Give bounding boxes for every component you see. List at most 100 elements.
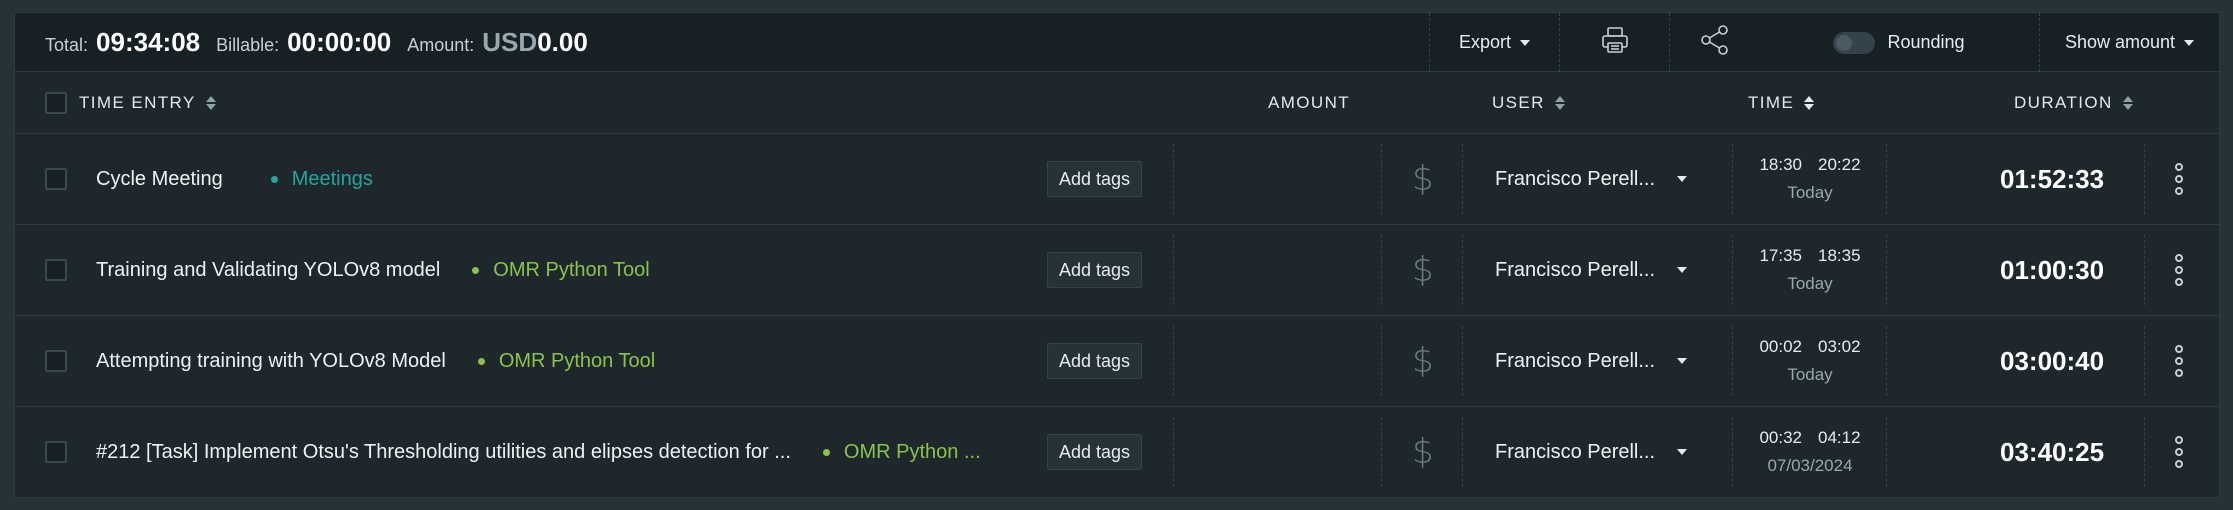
divider (1462, 326, 1463, 396)
duration-cell[interactable]: 03:00:40 (2000, 316, 2104, 406)
show-amount-label: Show amount (2064, 32, 2176, 52)
time-cell[interactable]: 18:30 20:22 Today (1750, 134, 1870, 224)
entry-date: Today (1787, 183, 1833, 202)
divider (1381, 144, 1382, 214)
description-cell[interactable]: Training and Validating YOLOv8 model OMR… (96, 225, 650, 315)
table-row: #212 [Task] Implement Otsu's Thresholdin… (15, 407, 2219, 498)
total-value: 09:34:08 (96, 26, 201, 57)
row-checkbox-cell (45, 316, 67, 406)
more-options-icon[interactable] (2175, 434, 2183, 470)
row-checkbox[interactable] (45, 168, 67, 190)
more-cell (2175, 316, 2183, 406)
tags-cell: Add tags (1047, 134, 1143, 224)
column-duration[interactable]: DURATION (2014, 72, 2133, 134)
start-time: 00:32 (1759, 428, 1802, 447)
billable-dollar-icon[interactable]: $ (1412, 159, 1434, 199)
user-name: Francisco Perell... (1495, 258, 1656, 281)
add-tags-button[interactable]: Add tags (1047, 161, 1143, 197)
billable-summary: Billable: 00:00:00 (216, 27, 391, 58)
column-amount-label: AMOUNT (1268, 93, 1351, 112)
user-name: Francisco Perell... (1495, 349, 1656, 372)
rounding-label: Rounding (1887, 32, 1965, 52)
share-button[interactable] (1669, 13, 1759, 72)
more-options-icon[interactable] (2175, 161, 2183, 197)
row-checkbox[interactable] (45, 259, 67, 281)
chevron-down-icon (1677, 358, 1688, 364)
export-dropdown[interactable]: Export (1429, 13, 1559, 72)
divider (1886, 235, 1887, 305)
export-label: Export (1458, 32, 1512, 52)
billable-value: 00:00:00 (287, 26, 392, 57)
time-cell[interactable]: 17:35 18:35 Today (1750, 225, 1870, 315)
entry-description[interactable]: Cycle Meeting (96, 168, 223, 191)
column-time-entry[interactable]: TIME ENTRY (79, 72, 216, 134)
print-button[interactable] (1559, 13, 1669, 72)
duration-cell[interactable]: 03:40:25 (2000, 407, 2104, 497)
billable-dollar-icon[interactable]: $ (1412, 250, 1434, 290)
user-cell[interactable]: Francisco Perell... (1495, 316, 1688, 406)
row-checkbox[interactable] (45, 441, 67, 463)
description-cell[interactable]: Attempting training with YOLOv8 Model OM… (96, 316, 655, 406)
duration-cell[interactable]: 01:00:30 (2000, 225, 2104, 315)
user-cell[interactable]: Francisco Perell... (1495, 407, 1688, 497)
add-tags-button[interactable]: Add tags (1047, 252, 1143, 288)
add-tags-button[interactable]: Add tags (1047, 434, 1143, 470)
chevron-down-icon (1520, 39, 1531, 46)
divider (1462, 417, 1463, 487)
table-row: Attempting training with YOLOv8 Model OM… (15, 316, 2219, 407)
divider (1732, 326, 1733, 396)
time-cell[interactable]: 00:02 03:02 Today (1750, 316, 1870, 406)
project-name: OMR Python Tool (498, 349, 656, 372)
end-time: 20:22 (1818, 155, 1861, 174)
entry-duration[interactable]: 03:40:25 (2000, 437, 2104, 468)
entry-project[interactable]: OMR Python ... (822, 441, 981, 464)
description-cell[interactable]: Cycle Meeting Meetings (96, 134, 373, 224)
divider (1381, 326, 1382, 396)
tags-cell: Add tags (1047, 316, 1143, 406)
billable-dollar-icon[interactable]: $ (1412, 432, 1434, 472)
billable-dollar-icon[interactable]: $ (1412, 341, 1434, 381)
divider (1381, 235, 1382, 305)
entry-description[interactable]: Attempting training with YOLOv8 Model (96, 350, 446, 373)
entry-description[interactable]: Training and Validating YOLOv8 model (96, 259, 440, 282)
entry-description[interactable]: #212 [Task] Implement Otsu's Thresholdin… (96, 441, 791, 464)
column-user[interactable]: USER (1492, 72, 1565, 134)
end-time: 18:35 (1818, 246, 1861, 265)
toolbar: Export Rounding Show amount (1429, 13, 2219, 72)
entry-duration[interactable]: 01:00:30 (2000, 255, 2104, 286)
project-color-dot (472, 266, 480, 274)
table-header: TIME ENTRY AMOUNT USER TIME DURATION (15, 72, 2219, 134)
more-cell (2175, 407, 2183, 497)
time-cell[interactable]: 00:32 04:12 07/03/2024 (1750, 407, 1870, 497)
amount-label: Amount: (407, 34, 475, 55)
row-checkbox-cell (45, 225, 67, 315)
entry-project[interactable]: OMR Python Tool (477, 349, 656, 373)
entry-date: Today (1787, 274, 1833, 293)
user-cell[interactable]: Francisco Perell... (1495, 225, 1688, 315)
column-duration-label: DURATION (2014, 93, 2113, 112)
row-checkbox[interactable] (45, 350, 67, 372)
entry-duration[interactable]: 01:52:33 (2000, 164, 2104, 195)
entry-project[interactable]: OMR Python Tool (472, 259, 650, 282)
column-time[interactable]: TIME (1748, 72, 1815, 134)
entry-project[interactable]: Meetings (270, 168, 373, 191)
divider (1886, 326, 1887, 396)
billable-cell: $ (1412, 225, 1434, 315)
end-time: 04:12 (1818, 428, 1861, 447)
billable-cell: $ (1412, 407, 1434, 497)
more-options-icon[interactable] (2175, 343, 2183, 379)
description-cell[interactable]: #212 [Task] Implement Otsu's Thresholdin… (96, 407, 981, 497)
add-tags-button[interactable]: Add tags (1047, 343, 1143, 379)
user-cell[interactable]: Francisco Perell... (1495, 134, 1688, 224)
more-options-icon[interactable] (2175, 252, 2183, 288)
reports-table-panel: Total: 09:34:08 Billable: 00:00:00 Amoun… (14, 12, 2220, 498)
divider (1462, 144, 1463, 214)
rounding-switch[interactable] (1833, 31, 1876, 54)
duration-cell[interactable]: 01:52:33 (2000, 134, 2104, 224)
rounding-toggle[interactable]: Rounding (1759, 13, 2039, 72)
entry-duration[interactable]: 03:00:40 (2000, 346, 2104, 377)
show-amount-dropdown[interactable]: Show amount (2039, 13, 2219, 72)
select-all-checkbox[interactable] (45, 92, 67, 114)
chevron-down-icon (1677, 176, 1688, 182)
more-cell (2175, 225, 2183, 315)
